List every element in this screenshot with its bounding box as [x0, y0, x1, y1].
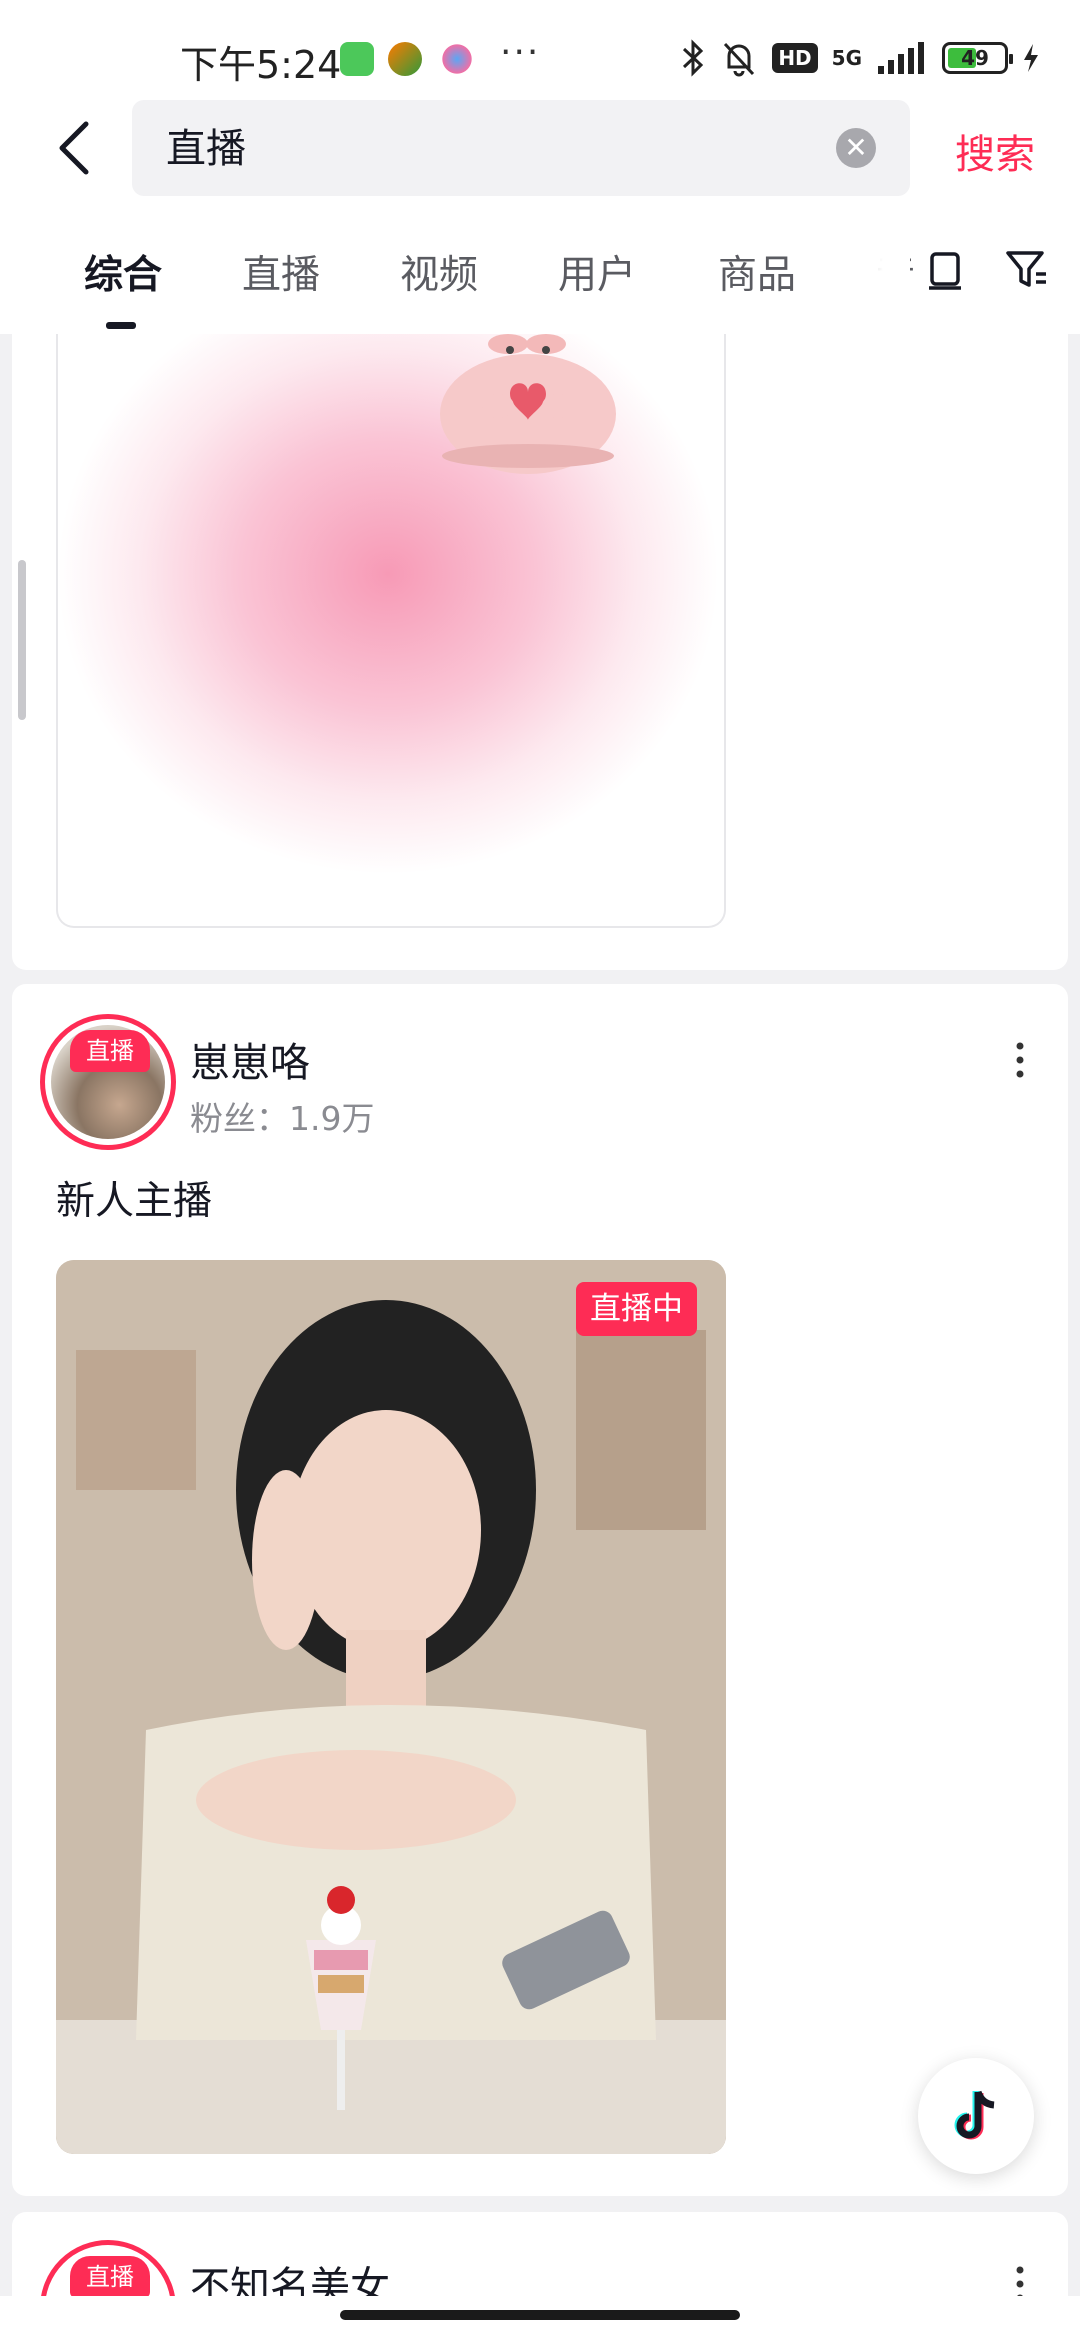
network-type: 5G [831, 46, 862, 70]
user-name[interactable]: 崽崽咯 [190, 1030, 310, 1088]
more-notifications-icon: ··· [500, 32, 541, 73]
clear-search-button[interactable]: ✕ [836, 128, 876, 168]
signal-icon [878, 42, 924, 74]
tab-user[interactable]: 用户 [558, 244, 636, 300]
live-cover-thumbnail[interactable] [56, 334, 726, 928]
app-58-notification-icon [388, 42, 422, 76]
avatar-live-label: 直播 [70, 1030, 150, 1072]
live-now-badge: 直播中 [576, 1282, 697, 1336]
result-description: 新人主播 [56, 1179, 213, 1224]
douyin-logo-icon [954, 2090, 995, 2140]
home-gesture-handle[interactable] [340, 2310, 740, 2320]
wechat-notification-icon [340, 42, 374, 76]
app-notification-icon [440, 42, 474, 76]
layout-toggle-icon[interactable] [920, 244, 970, 294]
streamer-photo [56, 1260, 726, 2154]
bluetooth-icon [683, 39, 704, 77]
tab-comprehensive[interactable]: 综合 [84, 244, 162, 300]
more-options-icon[interactable] [1010, 1040, 1030, 1080]
bell-muted-icon [724, 42, 755, 77]
search-header: ✕ 搜索 [0, 96, 1080, 206]
search-button[interactable]: 搜索 [955, 122, 1035, 180]
live-cover-image[interactable] [56, 1260, 726, 2154]
tab-live[interactable]: 直播 [242, 244, 320, 300]
scroll-indicator[interactable] [18, 560, 26, 720]
active-tab-indicator [106, 322, 136, 329]
status-bar: 下午5:24 ··· HD 5G 49 [0, 0, 1080, 110]
douyin-float-button[interactable] [918, 2058, 1034, 2174]
search-box[interactable]: ✕ [132, 100, 910, 196]
fans-count: 粉丝：1.9万 [190, 1099, 375, 1138]
tab-fade [820, 206, 910, 334]
status-time: 下午5:24 [180, 43, 342, 87]
tab-video[interactable]: 视频 [400, 244, 478, 300]
charging-icon [1024, 44, 1038, 72]
pig-sticker-icon [440, 334, 616, 474]
battery-icon: 49 [942, 42, 1013, 74]
battery-level: 49 [961, 46, 989, 70]
tab-goods[interactable]: 商品 [718, 244, 796, 300]
avatar-live-label-next: 直播 [70, 2256, 150, 2298]
search-tabs: 综合 直播 视频 用户 商品 音 [0, 206, 1080, 334]
hd-badge: HD [772, 43, 818, 73]
status-icons: HD 5G 49 [680, 36, 1040, 80]
search-input[interactable] [166, 122, 766, 168]
filter-icon[interactable] [1002, 244, 1052, 294]
back-icon[interactable] [48, 118, 108, 178]
